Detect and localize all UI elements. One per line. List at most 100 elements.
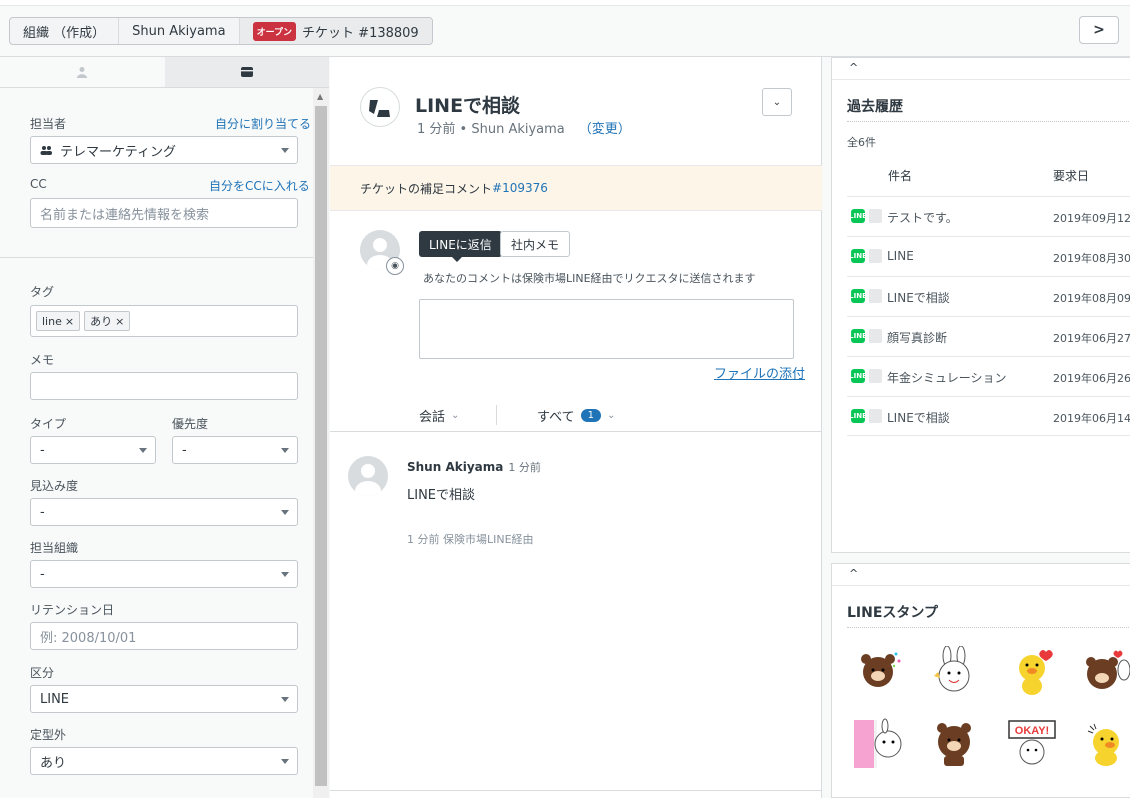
divider — [496, 405, 497, 425]
table-row[interactable]: LINE 年金シミュレーション 2019年06月26 — [847, 356, 1130, 396]
breadcrumb-ticket-label: チケット #138809 — [302, 25, 419, 41]
table-row[interactable]: LINE LINEで相談 2019年06月14 — [847, 396, 1130, 436]
breadcrumb: 組織 （作成） Shun Akiyama オープン チケット #138809 — [9, 17, 433, 45]
remove-tag-icon[interactable]: × — [65, 315, 74, 328]
prospect-select[interactable]: - — [30, 498, 298, 526]
ticket-title: LINEで相談 — [415, 95, 521, 117]
line-icon: LINE — [849, 329, 867, 343]
line-icon: LINE — [849, 209, 867, 223]
okay-text: OKAY! — [1015, 725, 1049, 737]
row-date: 2019年06月27 — [1053, 332, 1130, 345]
priority-select[interactable]: - — [172, 436, 298, 464]
tab-line-reply[interactable]: LINEに返信 — [419, 231, 502, 262]
tab-ticket[interactable] — [164, 57, 329, 87]
category-value: LINE — [40, 691, 70, 707]
remove-tag-icon[interactable]: × — [115, 315, 124, 328]
assign-to-self-link[interactable]: 自分に割り当てる — [215, 115, 311, 132]
filter-conversation[interactable]: 会話 ⌄ — [419, 406, 459, 425]
stamps-card-header[interactable]: ^ — [832, 564, 1130, 586]
breadcrumb-organization[interactable]: 組織 （作成） — [10, 18, 120, 44]
type-select[interactable]: - — [30, 436, 156, 464]
type-label: タイプ — [30, 417, 67, 431]
chevron-right-icon: > — [1093, 22, 1105, 38]
row-date: 2019年08月30 — [1053, 252, 1130, 265]
chevron-down-icon: ⌄ — [606, 410, 616, 421]
tag-label: line — [42, 314, 62, 328]
column-date: 要求日 — [1053, 169, 1090, 183]
ticket-card-icon — [240, 67, 253, 77]
cc-self-link[interactable]: 自分をCCに入れる — [209, 177, 310, 194]
memo-input[interactable] — [30, 372, 298, 400]
offtemplate-select[interactable]: あり — [30, 747, 298, 775]
breadcrumb-user[interactable]: Shun Akiyama — [119, 18, 240, 44]
row-date: 2019年08月09 — [1053, 292, 1130, 305]
message-body: LINEで相談 — [407, 488, 476, 503]
sally-chick-sticker[interactable] — [1006, 646, 1058, 698]
scroll-up-icon[interactable]: ▲ — [317, 92, 323, 101]
ticket-type-icon — [869, 329, 882, 343]
cc-search-input[interactable]: 名前または連絡先情報を検索 — [30, 198, 298, 228]
ticket-type-icon — [869, 249, 882, 263]
cony-rabbit-sticker[interactable] — [928, 646, 980, 698]
cony-hiding-sticker[interactable] — [852, 718, 904, 770]
filter-all[interactable]: すべて 1 ⌄ — [537, 406, 615, 425]
count-badge: 1 — [580, 409, 601, 422]
chevron-down-icon — [139, 448, 147, 453]
chevron-down-icon — [281, 448, 289, 453]
change-requester-link[interactable]: （変更） — [579, 122, 631, 137]
brown-and-cony-sticker[interactable] — [1080, 646, 1130, 698]
tab-user[interactable] — [0, 57, 165, 87]
ticket-type-icon — [869, 209, 882, 223]
prospect-value: - — [40, 504, 45, 520]
brown-bear-sticker[interactable] — [852, 646, 904, 698]
ticket-type-icon — [869, 289, 882, 303]
row-date: 2019年09月12 — [1053, 212, 1130, 225]
breadcrumb-ticket[interactable]: オープン チケット #138809 — [239, 18, 432, 44]
apps-panel: ^ 過去履歴 全6件 件名 要求日 LINE テストです。 2019年09月12… — [823, 57, 1130, 798]
row-subject: 顔写真診断 — [887, 331, 948, 345]
sally-chick-run-sticker[interactable] — [1080, 718, 1130, 770]
retention-date-input[interactable]: 例: 2008/10/01 — [30, 622, 298, 650]
notice-ticket-link[interactable]: #109376 — [492, 181, 548, 195]
divider — [330, 790, 822, 791]
history-title: 過去履歴 — [847, 99, 903, 115]
offtemplate-label: 定型外 — [30, 728, 67, 742]
author-name[interactable]: Shun Akiyama — [407, 460, 503, 474]
ticket-options-button[interactable]: ⌄ — [762, 88, 792, 116]
tab-internal-note[interactable]: 社内メモ — [500, 231, 571, 257]
assignee-select[interactable]: テレマーケティング — [30, 136, 298, 164]
attach-file-link[interactable]: ファイルの添付 — [714, 363, 805, 382]
chevron-down-icon — [281, 572, 289, 577]
assignee-label: 担当者 — [30, 117, 67, 131]
collapse-icon[interactable]: ^ — [849, 61, 858, 74]
reply-hint: あなたのコメントは保険市場LINE経由でリクエスタに送信されます — [423, 272, 756, 285]
group-value: - — [40, 566, 45, 582]
ticket-type-icon — [869, 369, 882, 383]
table-row[interactable]: LINE 顔写真診断 2019年06月27 — [847, 316, 1130, 356]
okay-sign-sticker[interactable]: OKAY! — [1006, 718, 1058, 770]
history-card-header[interactable]: ^ — [832, 58, 1130, 80]
tag-chip[interactable]: line × — [36, 311, 81, 331]
collapse-icon[interactable]: ^ — [849, 567, 858, 580]
notice-text: チケットの補足コメント — [360, 181, 493, 196]
tag-chip[interactable]: あり × — [84, 311, 131, 331]
ticket-subtitle: 1 分前 • Shun Akiyama （変更） — [417, 118, 631, 137]
tags-input[interactable]: line × あり × — [30, 305, 298, 337]
column-subject: 件名 — [888, 169, 913, 183]
ticket-type-icon — [869, 409, 882, 423]
table-row[interactable]: LINE テストです。 2019年09月12 — [847, 196, 1130, 236]
chevron-down-icon — [281, 759, 289, 764]
table-row[interactable]: LINE LINE 2019年08月30 — [847, 236, 1130, 276]
line-icon: LINE — [849, 369, 867, 383]
stamps-card: ^ LINEスタンプ OKAY! — [831, 563, 1130, 798]
scrollbar[interactable]: ▲ — [313, 88, 329, 798]
next-ticket-button[interactable]: > — [1079, 16, 1119, 44]
chevron-down-icon — [281, 148, 289, 153]
group-select[interactable]: - — [30, 560, 298, 588]
scrollbar-thumb[interactable] — [315, 106, 327, 786]
reply-textarea[interactable] — [419, 299, 794, 359]
user-icon — [77, 67, 88, 78]
table-row[interactable]: LINE LINEで相談 2019年08月09 — [847, 276, 1130, 316]
category-select[interactable]: LINE — [30, 685, 298, 713]
brown-bear-wave-sticker[interactable] — [928, 718, 980, 770]
